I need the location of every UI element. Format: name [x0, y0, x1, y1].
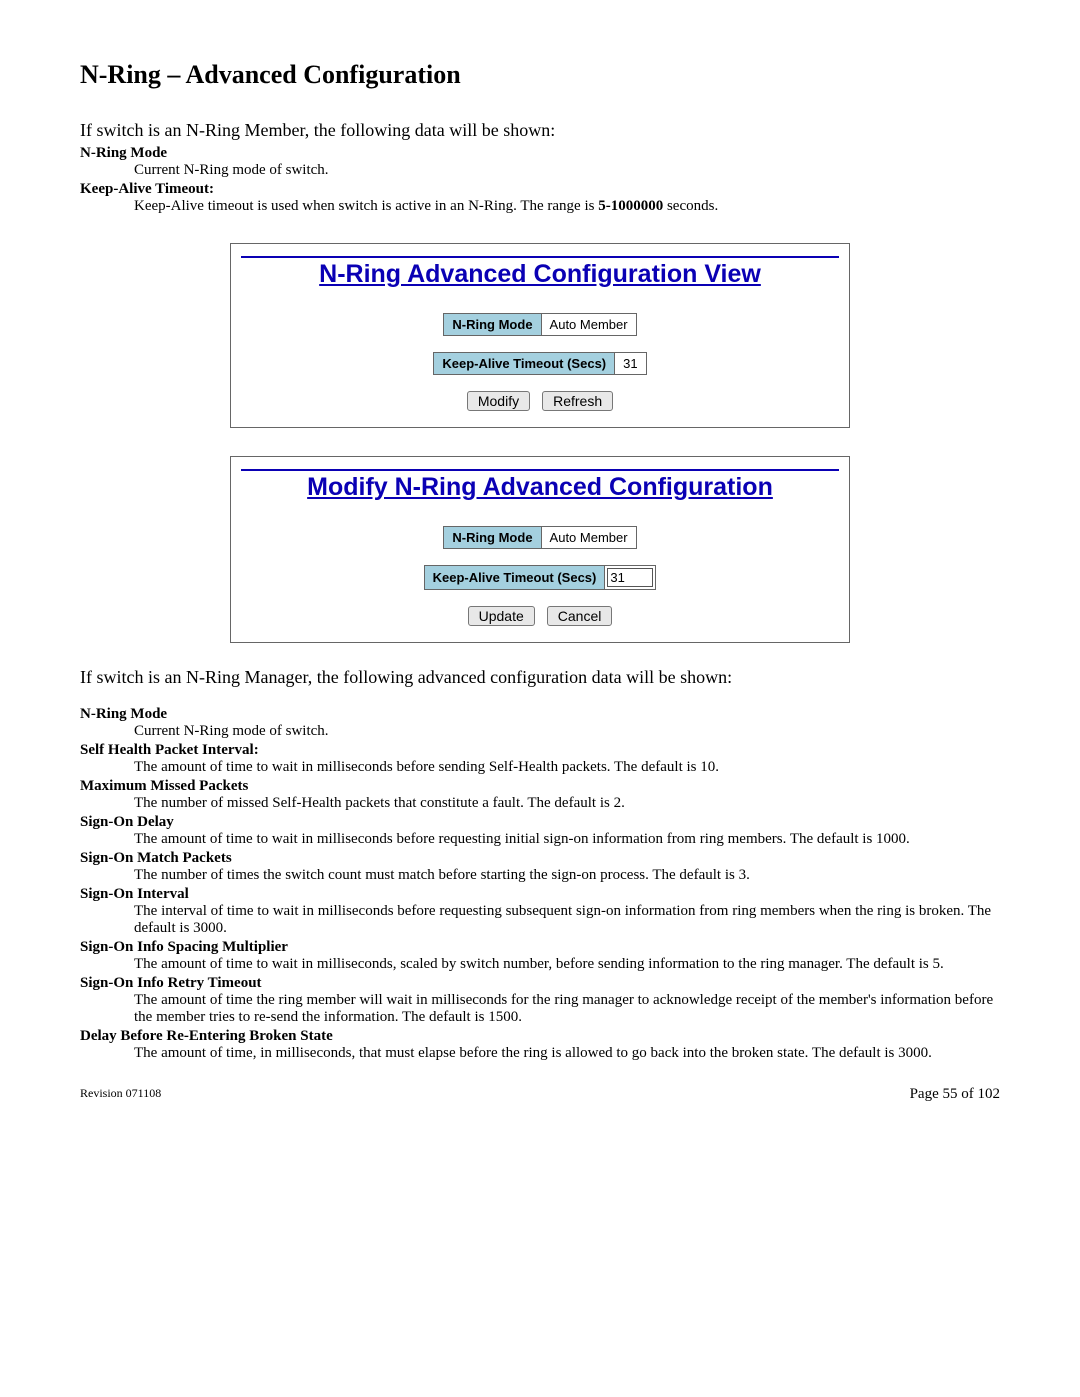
view-mode-table: N-Ring Mode Auto Member — [443, 313, 636, 336]
manager-def-desc: The amount of time to wait in millisecon… — [134, 831, 1000, 848]
manager-intro: If switch is an N-Ring Manager, the foll… — [80, 667, 1000, 688]
def-desc-mode: Current N-Ring mode of switch. — [134, 162, 1000, 179]
manager-def-desc: Current N-Ring mode of switch. — [134, 723, 1000, 740]
manager-def-desc: The interval of time to wait in millisec… — [134, 903, 1000, 937]
manager-def-desc: The number of times the switch count mus… — [134, 867, 1000, 884]
cancel-button[interactable]: Cancel — [547, 606, 613, 626]
page-number: Page 55 of 102 — [910, 1086, 1000, 1103]
modify-panel-title: Modify N-Ring Advanced Configuration — [241, 469, 839, 502]
manager-def-term: Sign-On Delay — [80, 814, 1000, 831]
member-intro: If switch is an N-Ring Member, the follo… — [80, 120, 1000, 141]
manager-def-term: Sign-On Match Packets — [80, 850, 1000, 867]
def-desc-keepalive: Keep-Alive timeout is used when switch i… — [134, 198, 1000, 215]
view-panel-title: N-Ring Advanced Configuration View — [241, 256, 839, 289]
view-ka-value: 31 — [615, 353, 646, 375]
modify-button[interactable]: Modify — [467, 391, 530, 411]
modify-ka-label: Keep-Alive Timeout (Secs) — [424, 566, 605, 590]
ka-range: 5-1000000 — [598, 198, 663, 214]
view-mode-label: N-Ring Mode — [444, 314, 541, 336]
manager-def-term: Sign-On Info Spacing Multiplier — [80, 939, 1000, 956]
manager-def-term: Maximum Missed Packets — [80, 778, 1000, 795]
manager-def-desc: The number of missed Self-Health packets… — [134, 795, 1000, 812]
manager-def-desc: The amount of time to wait in millisecon… — [134, 759, 1000, 776]
modify-keepalive-table: Keep-Alive Timeout (Secs) — [424, 565, 657, 590]
view-ka-label: Keep-Alive Timeout (Secs) — [434, 353, 615, 375]
page-title: N-Ring – Advanced Configuration — [80, 60, 1000, 90]
view-keepalive-table: Keep-Alive Timeout (Secs) 31 — [433, 352, 646, 375]
def-term-mode: N-Ring Mode — [80, 145, 1000, 162]
manager-def-desc: The amount of time the ring member will … — [134, 992, 1000, 1026]
manager-def-desc: The amount of time, in milliseconds, tha… — [134, 1045, 1000, 1062]
manager-def-term: Sign-On Interval — [80, 886, 1000, 903]
ka-desc-post: seconds. — [663, 198, 718, 214]
refresh-button[interactable]: Refresh — [542, 391, 613, 411]
ka-desc-pre: Keep-Alive timeout is used when switch i… — [134, 198, 598, 214]
view-panel: N-Ring Advanced Configuration View N-Rin… — [230, 243, 850, 428]
update-button[interactable]: Update — [468, 606, 535, 626]
def-term-keepalive: Keep-Alive Timeout: — [80, 181, 1000, 198]
keepalive-input[interactable] — [607, 568, 653, 587]
manager-def-term: Sign-On Info Retry Timeout — [80, 975, 1000, 992]
modify-mode-table: N-Ring Mode Auto Member — [443, 526, 636, 549]
manager-def-desc: The amount of time to wait in millisecon… — [134, 956, 1000, 973]
manager-def-term: Self Health Packet Interval: — [80, 742, 1000, 759]
modify-panel: Modify N-Ring Advanced Configuration N-R… — [230, 456, 850, 643]
revision-text: Revision 071108 — [80, 1086, 161, 1103]
modify-mode-label: N-Ring Mode — [444, 527, 541, 549]
manager-def-term: Delay Before Re-Entering Broken State — [80, 1028, 1000, 1045]
manager-def-term: N-Ring Mode — [80, 706, 1000, 723]
modify-mode-value: Auto Member — [541, 527, 636, 549]
view-mode-value: Auto Member — [541, 314, 636, 336]
